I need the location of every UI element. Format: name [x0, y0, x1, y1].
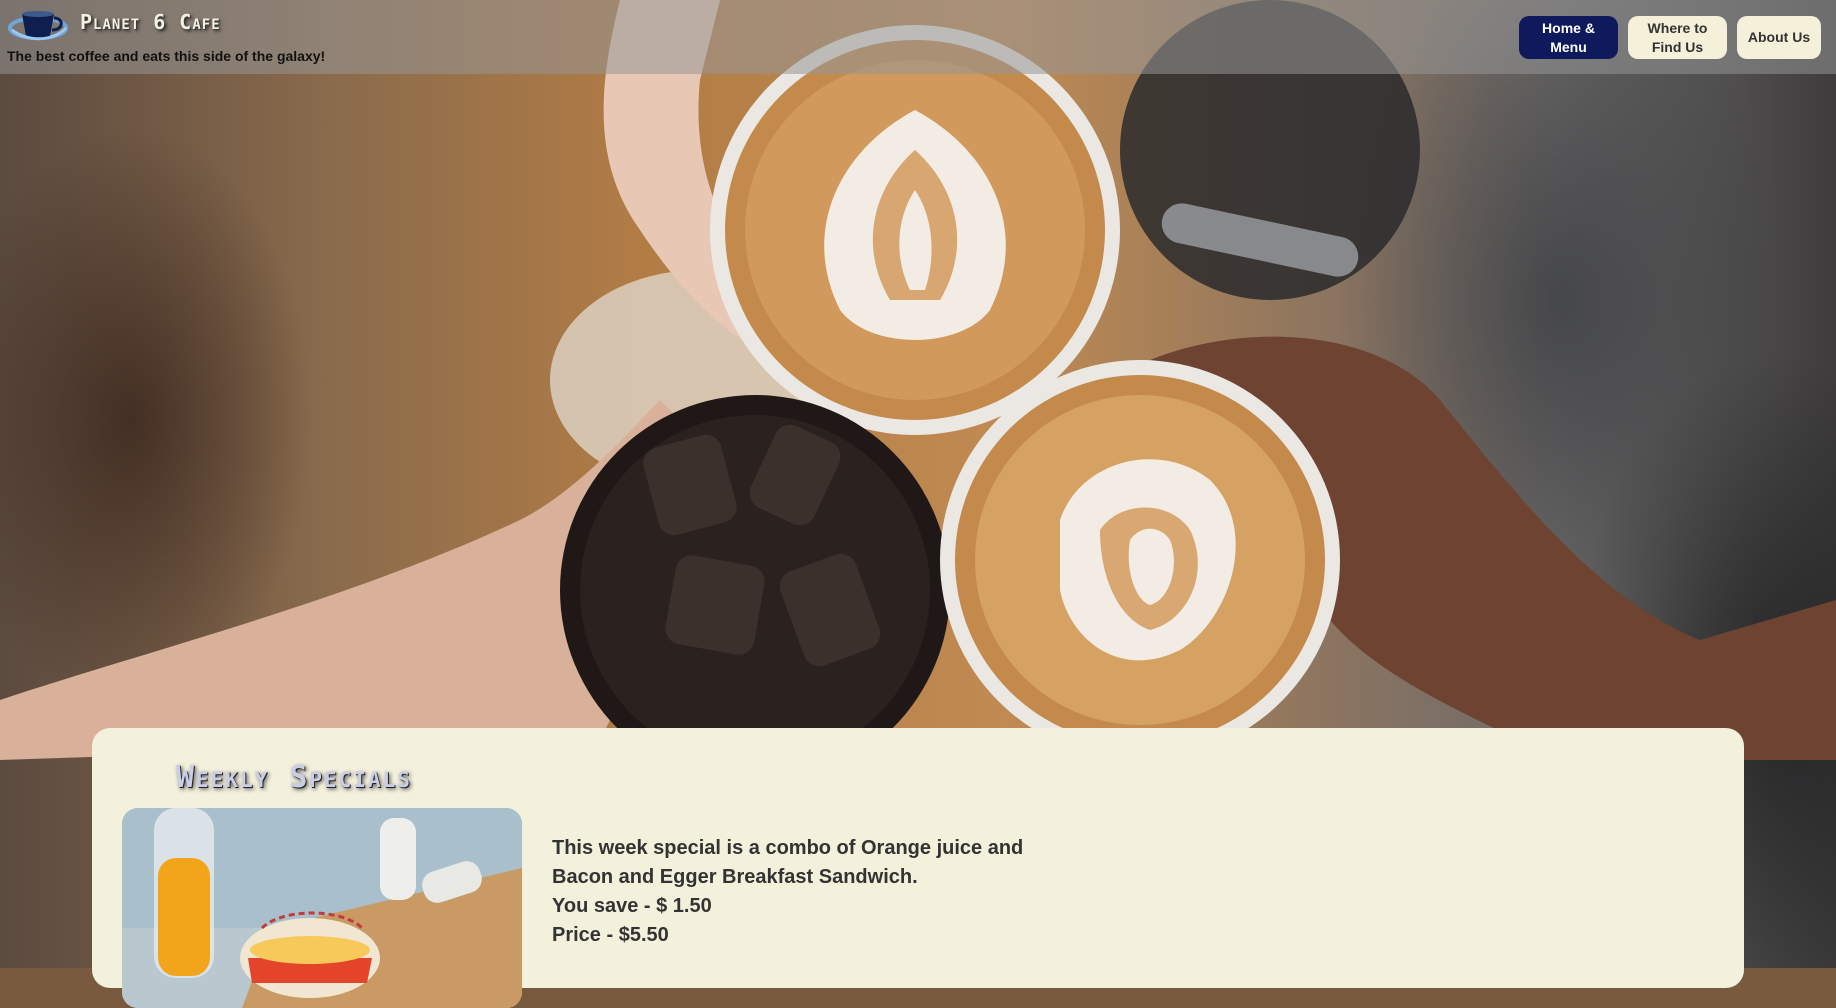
site-header: Planet 6 Cafe The best coffee and eats t…: [0, 0, 1836, 74]
special-photo: [122, 808, 522, 1008]
brand-name[interactable]: Planet 6 Cafe: [80, 10, 221, 34]
special-price: Price - $5.50: [552, 924, 669, 946]
planet-coffee-cup-icon[interactable]: [8, 4, 72, 46]
breakfast-combo-image: [122, 808, 522, 1008]
nav-about-us-button[interactable]: About Us: [1737, 16, 1821, 59]
nav-where-to-find-us-button[interactable]: Where to Find Us: [1628, 16, 1727, 59]
nav-home-menu-button[interactable]: Home & Menu: [1519, 16, 1618, 59]
special-savings: You save - $ 1.50: [552, 895, 712, 917]
weekly-specials-title: Weekly Specials: [176, 760, 412, 795]
main-nav: Home & Menu Where to Find Us About Us: [1519, 16, 1821, 59]
special-details: This week special is a combo of Orange j…: [552, 834, 1072, 950]
weekly-specials-card: Weekly Specials This week special is a c…: [92, 728, 1744, 1008]
tagline: The best coffee and eats this side of th…: [7, 48, 326, 64]
special-description: This week special is a combo of Orange j…: [552, 837, 1024, 888]
